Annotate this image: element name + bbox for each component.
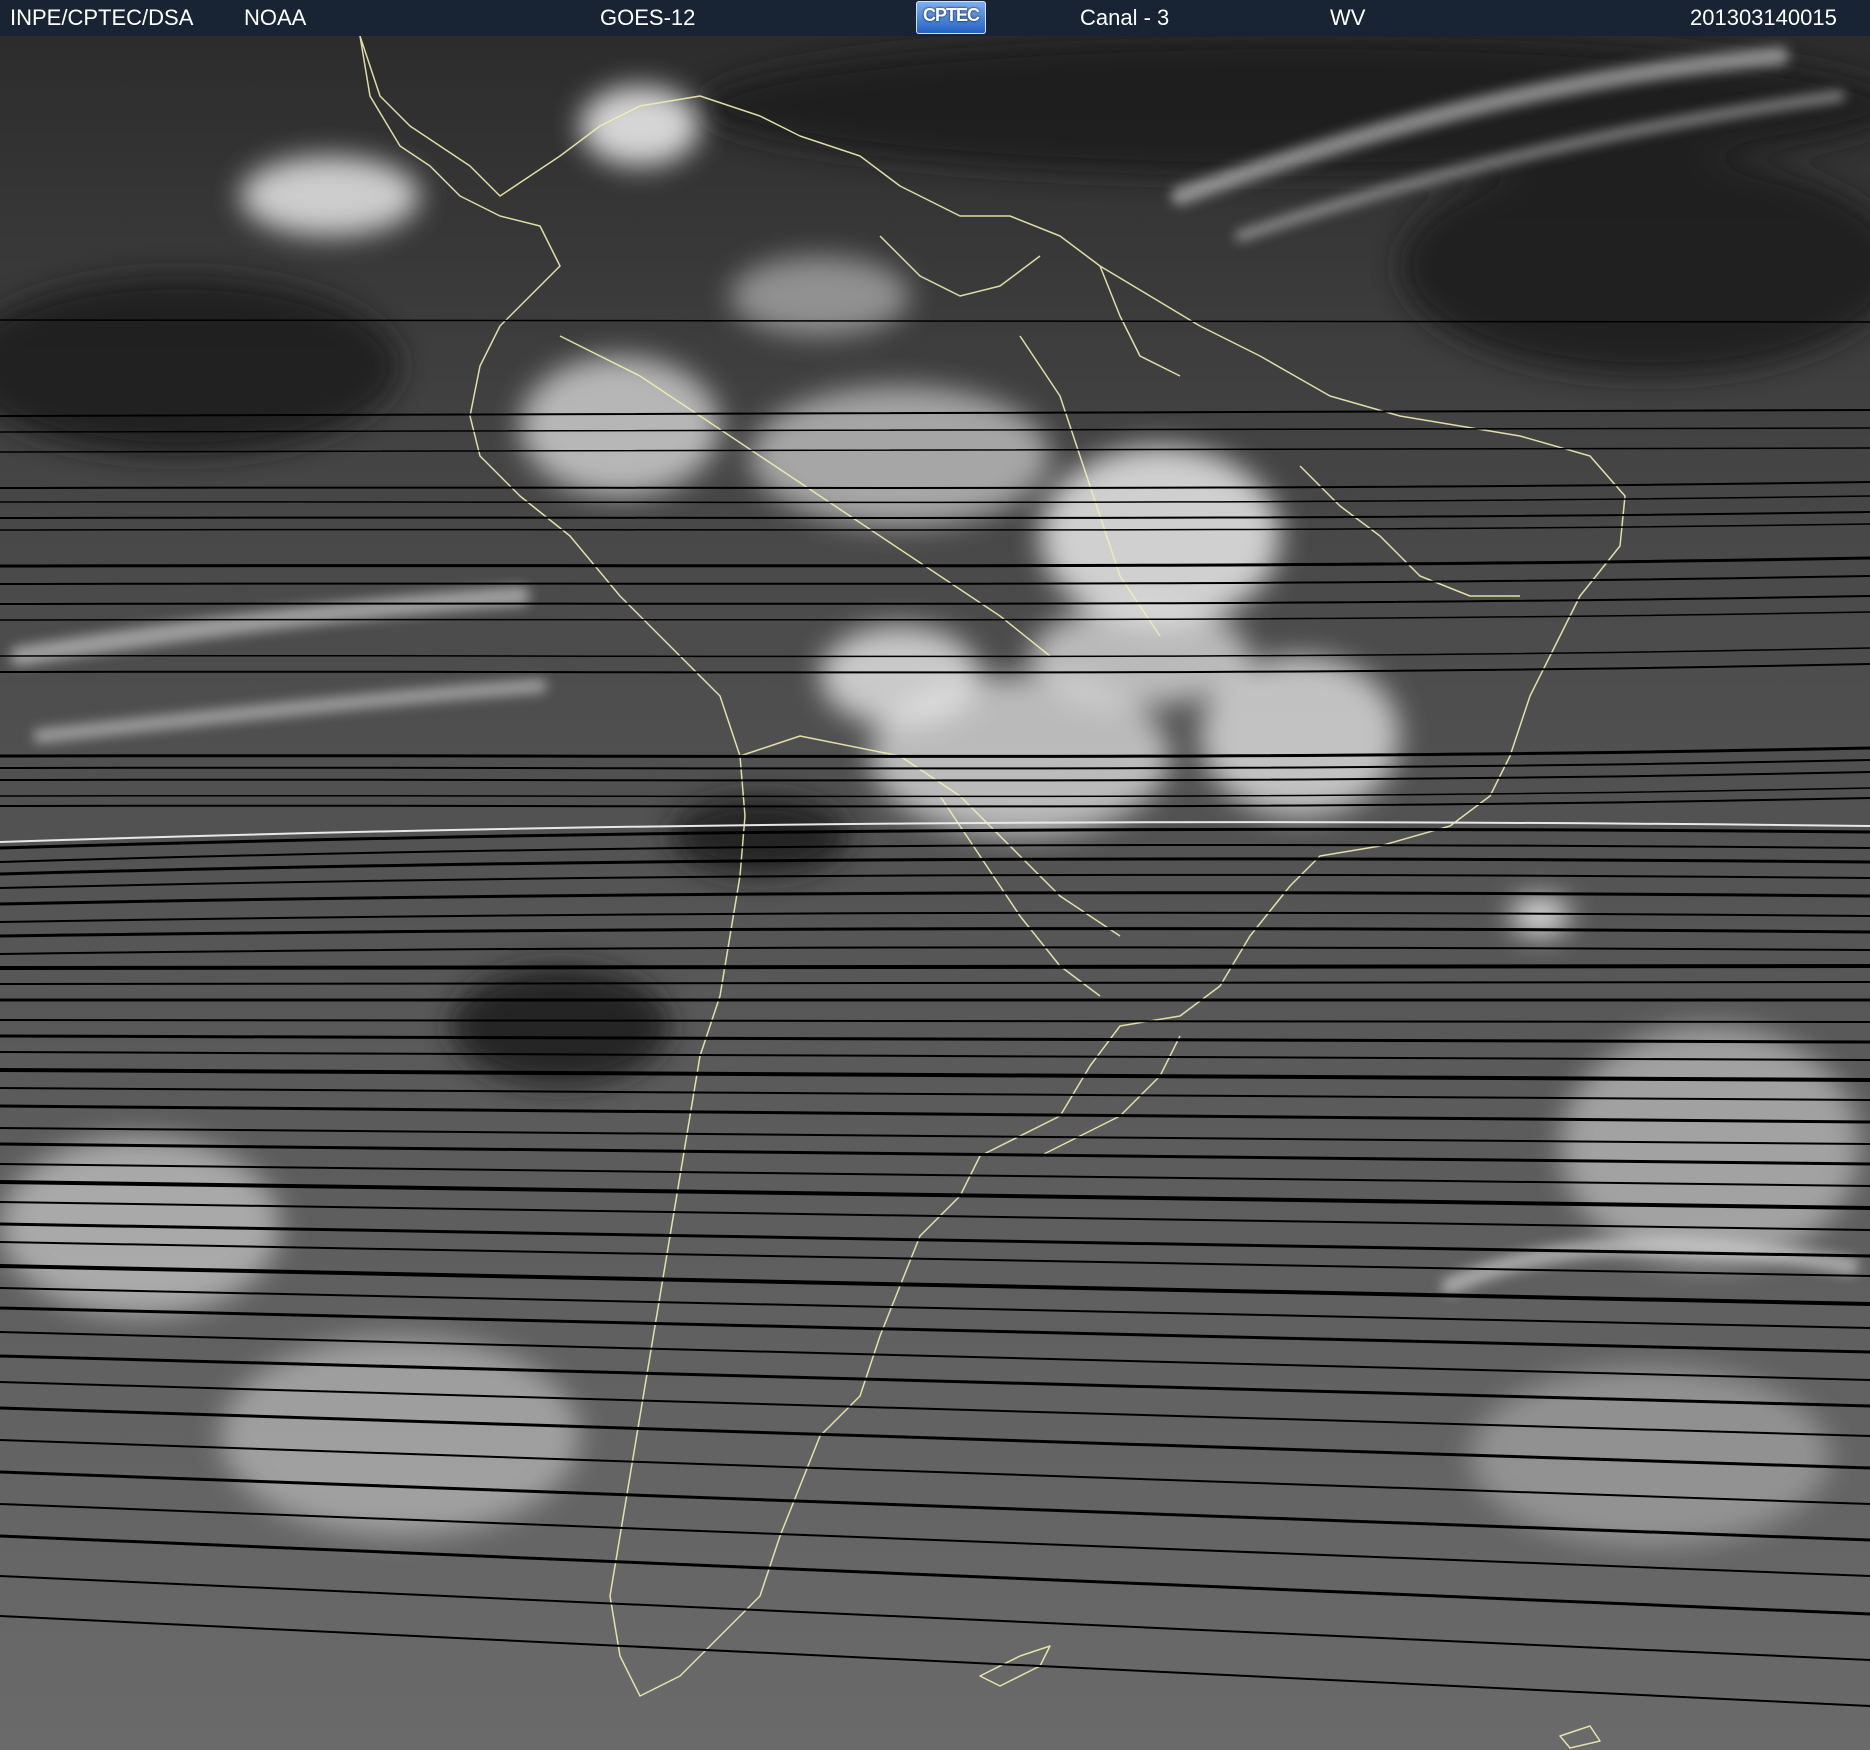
band-label: WV: [1330, 5, 1366, 30]
agency-label: NOAA: [244, 5, 307, 30]
satellite-image: [0, 36, 1870, 1750]
logo-text: CPTEC: [922, 5, 980, 25]
satellite-map-svg: [0, 36, 1870, 1750]
satellite-label: GOES-12: [600, 5, 696, 30]
timestamp-label: 201303140015: [1690, 5, 1837, 30]
image-header-bar: INPE/CPTEC/DSA NOAA GOES-12 CPTEC Canal …: [0, 0, 1870, 36]
cptec-logo-icon: CPTEC: [916, 1, 986, 34]
channel-label: Canal - 3: [1080, 5, 1170, 30]
org-label: INPE/CPTEC/DSA: [10, 5, 194, 30]
